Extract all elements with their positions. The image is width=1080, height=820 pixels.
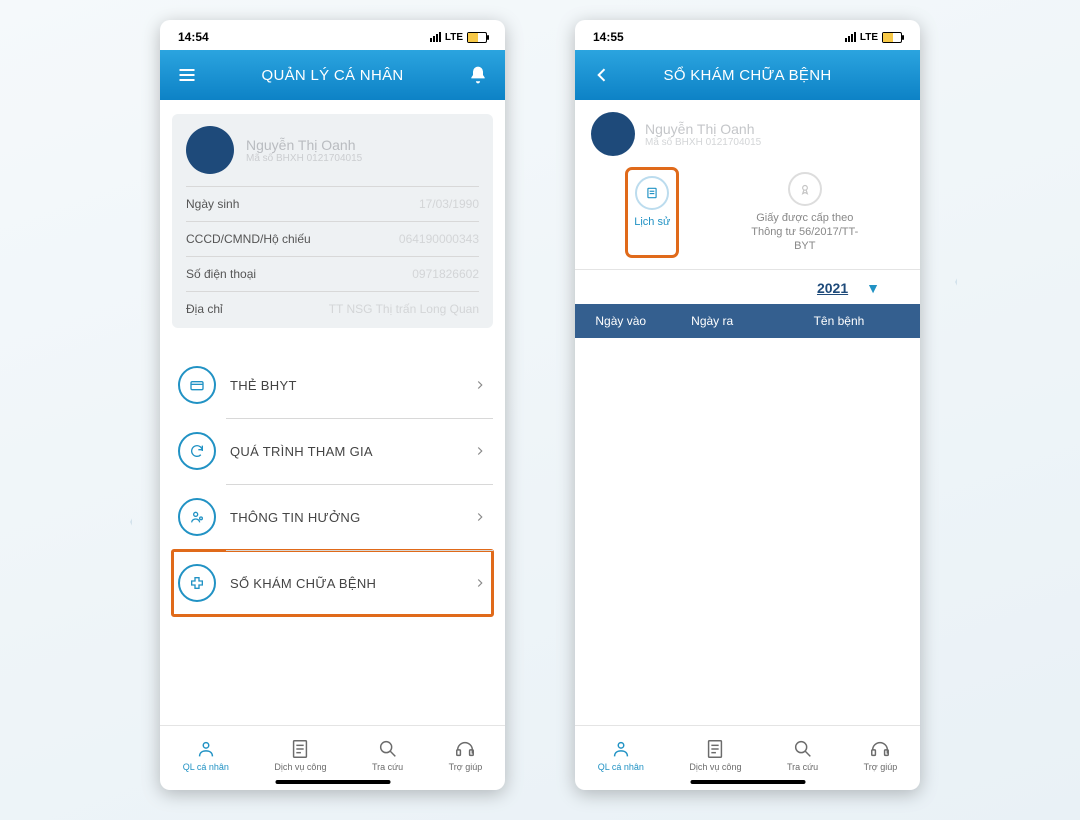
profile-card: Nguyễn Thị Oanh Mã số BHXH 0121704015 Ng… [172,114,493,328]
document-tab-icon [704,738,726,760]
back-icon[interactable] [589,65,615,85]
tab-lookup[interactable]: Tra cứu [372,738,403,772]
tab-help[interactable]: Trợ giúp [449,738,483,772]
col-diagnosis: Tên bệnh [758,304,920,338]
tab-lookup[interactable]: Tra cứu [787,738,818,772]
menu-label: QUÁ TRÌNH THAM GIA [230,444,459,459]
chevron-right-icon [473,510,487,524]
tab-public-service[interactable]: Dịch vụ công [689,738,741,772]
menu-item-medical-record[interactable]: SỔ KHÁM CHỮA BỆNH [172,550,493,616]
phone-medical-record: 14:55 LTE SỔ KHÁM CHỮA BỆNH Nguyễn Thị O… [575,20,920,790]
profile-tab-icon [610,738,632,760]
profile-name: Nguyễn Thị Oanh [645,121,761,137]
col-discharge-date: Ngày ra [666,304,757,338]
tab-label: Trợ giúp [449,762,483,772]
network-label: LTE [860,32,878,43]
menu-label: THÔNG TIN HƯỞNG [230,510,459,525]
tab-help[interactable]: Trợ giúp [864,738,898,772]
home-indicator [275,780,390,784]
headset-tab-icon [869,738,891,760]
profile-header: Nguyễn Thị Oanh Mã số BHXH 0121704015 [587,108,908,166]
segment-control: Lịch sử Giấy được cấp theo Thông tư 56/2… [575,166,920,270]
phone-personal-management: 14:54 LTE QUẢN LÝ CÁ NHÂN Nguyễn Thị [160,20,505,790]
chevron-right-icon [473,444,487,458]
menu-item-bhyt-card[interactable]: THẺ BHYT [172,352,493,418]
bell-icon[interactable] [465,65,491,85]
menu-item-participation[interactable]: QUÁ TRÌNH THAM GIA [172,418,493,484]
signal-icon [430,32,441,42]
segment-label: Lịch sử [634,216,670,228]
search-tab-icon [377,738,399,760]
tab-label: Dịch vụ công [274,762,326,772]
profile-sub: Mã số BHXH 0121704015 [246,153,362,164]
profile-tab-icon [195,738,217,760]
search-tab-icon [792,738,814,760]
page-title: QUẢN LÝ CÁ NHÂN [200,67,465,84]
status-time: 14:55 [593,30,624,44]
year-selector[interactable]: 2021 ▼ [587,270,908,304]
avatar [591,112,635,156]
profile-sub: Mã số BHXH 0121704015 [645,137,761,148]
year-value: 2021 [817,280,848,296]
profile-name: Nguyễn Thị Oanh [246,137,362,153]
menu-label: THẺ BHYT [230,378,459,393]
signal-icon [845,32,856,42]
chevron-right-icon [473,378,487,392]
table-header: Ngày vào Ngày ra Tên bệnh [575,304,920,338]
tab-label: Tra cứu [372,762,403,772]
menu-list: THẺ BHYT QUÁ TRÌNH THAM GIA [172,352,493,616]
chevron-right-icon [473,576,487,590]
history-icon [635,176,669,210]
medical-plus-icon [178,564,216,602]
status-bar: 14:55 LTE [575,20,920,50]
status-time: 14:54 [178,30,209,44]
nav-bar: QUẢN LÝ CÁ NHÂN [160,50,505,100]
home-indicator [690,780,805,784]
dropdown-icon: ▼ [866,280,880,296]
segment-certificate[interactable]: Giấy được cấp theo Thông tư 56/2017/TT-B… [745,172,865,253]
segment-label: Giấy được cấp theo Thông tư 56/2017/TT-B… [745,212,865,253]
document-tab-icon [289,738,311,760]
nav-bar: SỔ KHÁM CHỮA BỆNH [575,50,920,100]
page-title: SỔ KHÁM CHỮA BỆNH [615,67,880,84]
menu-item-benefit-info[interactable]: THÔNG TIN HƯỞNG [172,484,493,550]
field-address: Địa chỉ TT NSG Thị trấn Long Quan [186,292,479,326]
card-icon [178,366,216,404]
menu-label: SỔ KHÁM CHỮA BỆNH [230,576,459,591]
certificate-icon [788,172,822,206]
field-id: CCCD/CMND/Hộ chiếu 064190000343 [186,222,479,257]
hamburger-icon[interactable] [174,65,200,85]
refresh-icon [178,432,216,470]
col-admission-date: Ngày vào [575,304,666,338]
person-icon [178,498,216,536]
tab-label: QL cá nhân [183,762,229,772]
battery-icon [882,32,902,43]
tab-label: QL cá nhân [598,762,644,772]
status-bar: 14:54 LTE [160,20,505,50]
avatar [186,126,234,174]
field-phone: Số điện thoại 0971826602 [186,257,479,292]
field-birthdate: Ngày sinh 17/03/1990 [186,187,479,222]
tab-public-service[interactable]: Dịch vụ công [274,738,326,772]
battery-icon [467,32,487,43]
tab-personal[interactable]: QL cá nhân [598,738,644,772]
tab-personal[interactable]: QL cá nhân [183,738,229,772]
tab-label: Tra cứu [787,762,818,772]
segment-history[interactable]: Lịch sử [630,172,674,253]
network-label: LTE [445,32,463,43]
tab-label: Trợ giúp [864,762,898,772]
headset-tab-icon [454,738,476,760]
tab-label: Dịch vụ công [689,762,741,772]
